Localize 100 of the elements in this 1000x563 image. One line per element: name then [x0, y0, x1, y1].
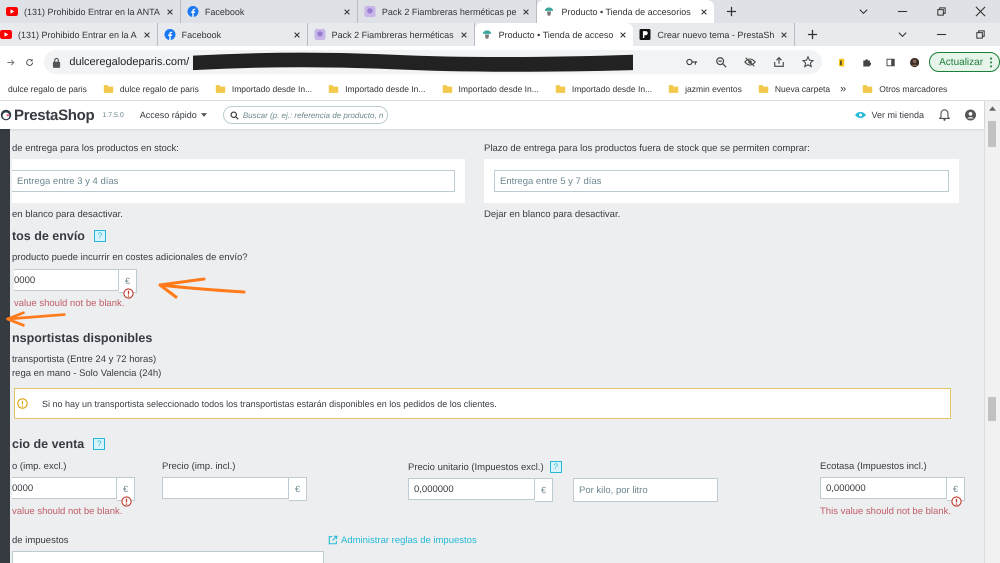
new-tab-icon[interactable] [807, 29, 818, 40]
more-icon[interactable] [989, 56, 994, 68]
bookmark[interactable]: Nueva carpeta [758, 84, 830, 94]
input-field[interactable] [162, 477, 289, 499]
bookmark[interactable]: Importado desde In... [214, 84, 312, 94]
image-icon [364, 6, 376, 17]
input-field[interactable]: Entrega entre 5 y 7 días [494, 170, 949, 192]
external-link-icon [328, 535, 338, 545]
close-icon[interactable] [619, 30, 628, 38]
close-icon[interactable] [292, 30, 301, 38]
hint-text: Dejar en blanco para desactivar. [484, 209, 622, 220]
caret-icon [200, 113, 207, 117]
warning-icon [17, 398, 28, 409]
restore-icon[interactable] [936, 6, 947, 17]
folder-icon [442, 84, 452, 94]
more-bookmarks[interactable]: » [840, 83, 846, 95]
field-label: Ecotasa (Impuestos incl.) [820, 461, 927, 472]
field-label: Plazo de entrega para los productos fuera de stock que se permiten comprar: [484, 143, 811, 154]
scroll-thumb[interactable] [988, 397, 996, 421]
folder-icon [328, 84, 340, 94]
input-field[interactable]: Entrega entre 3 y 4 días [12, 170, 455, 192]
facebook-icon [164, 29, 176, 40]
bell-icon[interactable] [939, 109, 950, 121]
field-label: producto puede incurrir en costes adicionales de envío? [12, 252, 249, 263]
error-message: value should not be blank. [14, 298, 126, 309]
folder-icon [668, 84, 680, 94]
avatar-icon[interactable] [910, 56, 920, 68]
close-icon[interactable] [975, 6, 986, 17]
input-field[interactable]: 0000 [14, 269, 119, 291]
browser-tab[interactable]: Producto • Tienda de accesorios [537, 0, 714, 23]
section-heading: cio de venta [12, 437, 84, 451]
eye-icon [855, 111, 866, 119]
zoom-icon[interactable] [715, 56, 728, 68]
scrollbar[interactable] [984, 101, 1000, 563]
bookmark[interactable]: dulce regalo de paris [8, 84, 87, 94]
view-store-link[interactable]: Ver mi tienda [855, 110, 924, 120]
folder-icon [862, 84, 874, 94]
input-field[interactable]: Por kilo, por litro [573, 478, 718, 502]
field-label: Precio unitario (Impuestos excl.) [408, 462, 544, 472]
error-message: This value should not be blank. [820, 506, 952, 517]
alert-text: Si no hay un transportista seleccionado todos los transportistas estarán disponibles en los pedidos de los clientes. [42, 398, 497, 408]
field-label: de entrega para los productos en stock: [12, 143, 180, 154]
bookmark[interactable]: Importado desde In... [328, 84, 426, 94]
share-icon[interactable] [773, 56, 786, 68]
field-label: o (imp. excl.) [12, 461, 66, 472]
lock-icon [52, 56, 62, 68]
scroll-thumb[interactable] [988, 121, 996, 147]
folder-icon [758, 84, 769, 94]
update-button[interactable]: Actualizar [929, 52, 1000, 72]
store-icon [543, 6, 556, 17]
address-bar[interactable]: dulceregalodeparis.com/ [44, 50, 822, 74]
close-icon[interactable] [460, 30, 468, 38]
search-field[interactable]: Buscar (p. ej.: referencia de producto, n [222, 106, 388, 124]
error-icon [123, 288, 134, 299]
input-field[interactable]: 0000 [12, 477, 117, 499]
quick-access-menu[interactable]: Acceso rápido [134, 109, 213, 121]
bookmark[interactable]: jazmin eventos [668, 84, 742, 94]
close-icon[interactable] [780, 30, 788, 38]
key-icon[interactable] [686, 56, 698, 68]
bookmark[interactable]: Importado desde In... [554, 84, 652, 94]
close-icon[interactable] [342, 8, 351, 16]
input-field[interactable]: 0,000000 [820, 477, 947, 499]
new-tab-icon[interactable] [726, 6, 738, 17]
close-icon[interactable] [142, 30, 151, 38]
close-icon[interactable] [522, 8, 530, 16]
youtube-icon [6, 6, 18, 17]
currency-addon: € [535, 478, 553, 502]
youtube-icon [0, 29, 12, 40]
bookmark[interactable]: Otros marcadores [862, 84, 948, 94]
search-icon [230, 110, 239, 120]
brand-name: PrestaShop [14, 106, 94, 124]
star-icon[interactable] [802, 56, 814, 68]
carrier-option[interactable]: transportista (Entre 24 y 72 horas) [12, 354, 984, 365]
user-icon[interactable] [965, 109, 976, 121]
store-icon [480, 29, 493, 40]
section-heading: nsportistas disponibles [12, 331, 152, 345]
restore-icon[interactable] [975, 29, 986, 40]
close-icon[interactable] [166, 8, 174, 16]
carrier-option[interactable]: rega en mano - Solo Valencia (24h) [12, 368, 984, 379]
facebook-icon [186, 6, 199, 17]
error-icon [121, 496, 132, 507]
extension-icon[interactable] [837, 56, 847, 68]
folder-icon [214, 84, 226, 94]
bookmark[interactable]: Importado desde In... [442, 84, 539, 94]
p-logo-icon [639, 29, 652, 40]
folder-icon [554, 84, 566, 94]
error-icon [951, 496, 962, 507]
field-label: de impuestos [12, 535, 70, 546]
image-icon [314, 29, 326, 40]
browser-tab[interactable]: Producto • Tienda de acceso [474, 23, 634, 46]
bookmark[interactable]: dulce regalo de paris [102, 84, 199, 94]
section-heading: tos de envío [12, 229, 85, 243]
field-label: Precio (imp. incl.) [162, 461, 236, 472]
folder-icon [102, 84, 114, 94]
hint-text: en blanco para desactivar. [12, 209, 124, 220]
eye-off-icon[interactable] [744, 56, 756, 68]
input-field[interactable]: 0,000000 [408, 478, 535, 500]
scroll-up-icon[interactable] [989, 106, 996, 111]
currency-addon: € [289, 477, 307, 501]
close-icon[interactable] [700, 8, 708, 16]
